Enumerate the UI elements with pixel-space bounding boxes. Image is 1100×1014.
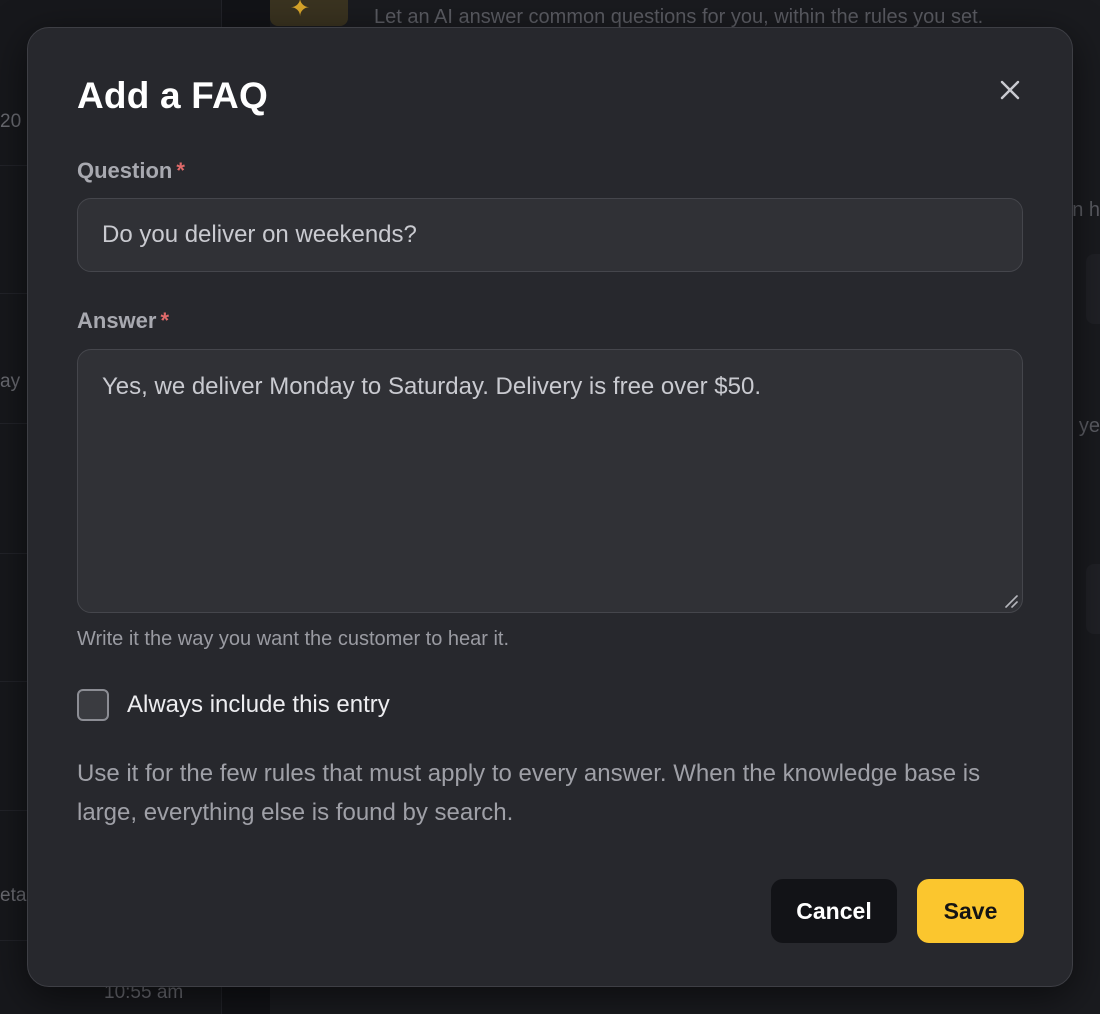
answer-textarea[interactable]: Yes, we deliver Monday to Saturday. Deli… xyxy=(77,349,1023,613)
sidebar-fragment: ay xyxy=(0,371,21,392)
always-include-option[interactable]: Always include this entry xyxy=(77,689,390,721)
question-label-text: Question xyxy=(77,158,173,183)
add-faq-dialog: Add a FAQ Question* Answer* Yes, we deli… xyxy=(27,27,1073,987)
sidebar-fragment: eta xyxy=(0,885,27,906)
answer-label: Answer * xyxy=(77,308,169,334)
background-fragment: n h xyxy=(1072,199,1100,221)
background-card xyxy=(1086,254,1100,324)
sidebar-fragment: 20 xyxy=(0,111,22,132)
always-include-checkbox[interactable] xyxy=(77,689,109,721)
save-button[interactable]: Save xyxy=(917,879,1024,943)
question-label: Question * xyxy=(77,158,185,184)
background-intro-text: Let an AI answer common questions for yo… xyxy=(374,6,984,28)
background-card xyxy=(1086,564,1100,634)
required-mark: * xyxy=(160,308,170,333)
cancel-button[interactable]: Cancel xyxy=(771,879,897,943)
background-fragment: ye xyxy=(1078,415,1100,437)
question-input[interactable] xyxy=(77,198,1023,272)
answer-helper-text: Write it the way you want the customer t… xyxy=(77,628,510,650)
close-button[interactable] xyxy=(992,72,1028,108)
answer-label-text: Answer xyxy=(77,308,157,333)
resize-handle-icon[interactable] xyxy=(1004,594,1018,608)
always-include-note: Use it for the few rules that must apply… xyxy=(77,760,981,826)
dialog-title: Add a FAQ xyxy=(77,75,268,116)
required-mark: * xyxy=(176,158,185,183)
close-icon xyxy=(1000,80,1020,100)
ai-feature-icon: ✦ xyxy=(270,0,348,26)
sparkle-icon: ✦ xyxy=(290,0,311,22)
always-include-label: Always include this entry xyxy=(127,691,390,718)
